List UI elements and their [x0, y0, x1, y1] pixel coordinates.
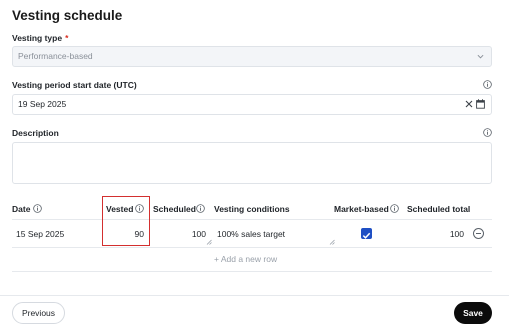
- info-icon[interactable]: [483, 80, 492, 89]
- vesting-type-select[interactable]: Performance-based: [12, 46, 492, 67]
- add-row-button[interactable]: + Add a new row: [214, 254, 277, 264]
- row-divider: [12, 247, 492, 248]
- market-based-checkbox[interactable]: [361, 228, 372, 239]
- row-date[interactable]: 15 Sep 2025: [16, 229, 64, 239]
- info-icon[interactable]: [33, 204, 42, 213]
- info-icon[interactable]: [483, 128, 492, 137]
- vested-column-highlight: [102, 196, 150, 246]
- scheduled-total-value: 100: [449, 229, 464, 239]
- save-button[interactable]: Save: [454, 302, 492, 324]
- column-header-scheduled: Scheduled: [153, 204, 196, 214]
- table-header-divider: [12, 219, 492, 220]
- resize-handle-icon[interactable]: [206, 239, 212, 245]
- column-header-conditions: Vesting conditions: [214, 204, 290, 214]
- footer-divider: [0, 295, 509, 296]
- info-icon[interactable]: [390, 204, 399, 213]
- column-header-scheduled-total: Scheduled total: [407, 204, 471, 214]
- description-label: Description: [12, 128, 59, 138]
- conditions-input[interactable]: 100% sales target: [213, 222, 335, 246]
- description-textarea[interactable]: [12, 142, 492, 184]
- column-header-date: Date: [12, 204, 31, 214]
- column-header-market-based: Market-based: [334, 204, 389, 214]
- start-date-value: 19 Sep 2025: [18, 99, 67, 109]
- resize-handle-icon[interactable]: [329, 239, 335, 245]
- vesting-type-label: Vesting type *: [12, 33, 69, 43]
- vesting-type-value: Performance-based: [18, 51, 93, 61]
- info-icon[interactable]: [196, 204, 205, 213]
- clear-icon[interactable]: [465, 100, 473, 108]
- table-bottom-divider: [12, 271, 492, 272]
- checkmark-icon: [362, 232, 371, 239]
- scheduled-value: 100: [191, 229, 206, 239]
- calendar-icon[interactable]: [476, 99, 485, 109]
- start-date-input[interactable]: 19 Sep 2025: [12, 94, 492, 115]
- page-title: Vesting schedule: [12, 8, 123, 23]
- required-marker: *: [65, 33, 69, 43]
- scheduled-input[interactable]: 100: [152, 222, 212, 246]
- previous-button[interactable]: Previous: [12, 302, 65, 324]
- start-date-label: Vesting period start date (UTC): [12, 80, 137, 90]
- remove-row-button[interactable]: [473, 228, 484, 239]
- chevron-down-icon: [477, 54, 484, 59]
- conditions-value: 100% sales target: [217, 229, 286, 239]
